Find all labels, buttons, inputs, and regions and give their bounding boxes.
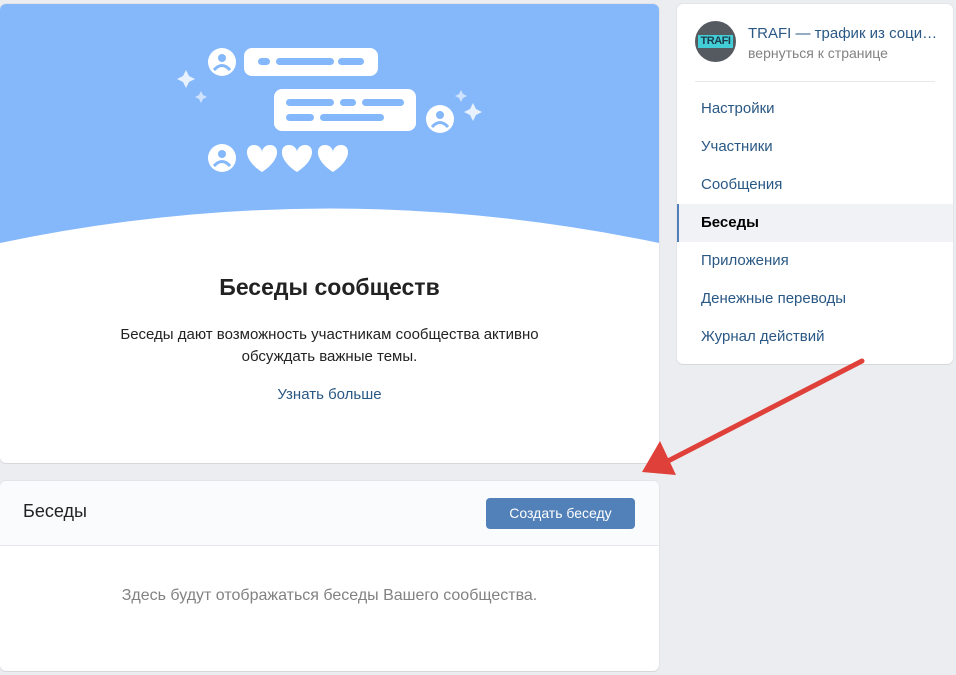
menu-item-apps[interactable]: Приложения [677, 242, 953, 280]
user-avatar-icon [426, 105, 454, 133]
chats-title: Беседы [23, 501, 87, 521]
user-avatar-icon [208, 48, 236, 76]
chats-empty-state: Здесь будут отображаться беседы Вашего с… [121, 587, 538, 604]
promo-card: Беседы сообществ Беседы дают возможность… [0, 4, 659, 463]
menu-item-members[interactable]: Участники [677, 128, 953, 166]
chats-card: Беседы Создать беседу Здесь будут отобра… [0, 481, 659, 671]
create-chat-button[interactable]: Создать беседу [486, 498, 635, 529]
group-name-link[interactable]: TRAFI — трафик из социальных сетей [748, 25, 938, 42]
back-to-page-link[interactable]: вернуться к странице [748, 45, 888, 61]
chats-header: Беседы Создать беседу [0, 481, 659, 546]
menu-item-action-log[interactable]: Журнал действий [677, 318, 953, 356]
menu-divider [695, 81, 935, 82]
group-avatar-logo-text: TRAFI [698, 35, 733, 48]
settings-menu: TRAFI TRAFI — трафик из социальных сетей… [677, 4, 953, 364]
settings-menu-list: Настройки Участники Сообщения Беседы При… [677, 90, 953, 356]
group-avatar[interactable]: TRAFI [695, 21, 736, 62]
promo-banner-illustration [0, 4, 659, 243]
menu-item-settings[interactable]: Настройки [677, 90, 953, 128]
menu-item-messages[interactable]: Сообщения [677, 166, 953, 204]
menu-item-chats[interactable]: Беседы [677, 204, 953, 242]
chat-bubble-icon [274, 89, 416, 131]
promo-description: Беседы дают возможность участникам сообщ… [120, 326, 539, 365]
chat-bubble-icon [244, 48, 378, 76]
user-avatar-icon [208, 144, 236, 172]
learn-more-link[interactable]: Узнать больше [0, 386, 659, 403]
promo-title: Беседы сообществ [219, 274, 440, 300]
menu-item-money-transfers[interactable]: Денежные переводы [677, 280, 953, 318]
